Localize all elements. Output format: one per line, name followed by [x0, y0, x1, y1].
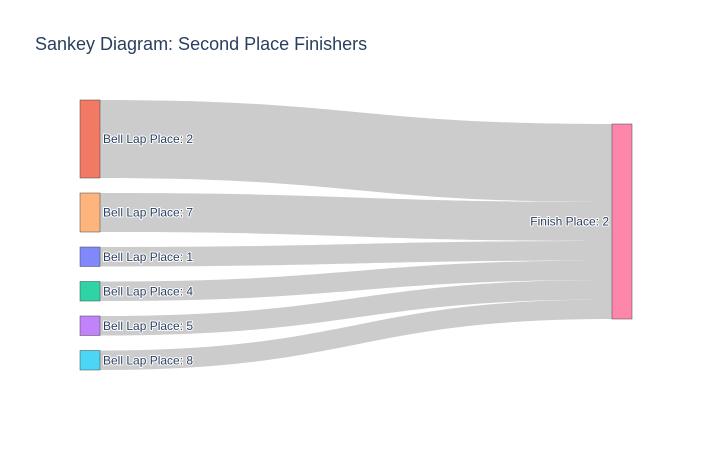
- node-bl2[interactable]: [79, 99, 101, 179]
- node-bl1[interactable]: [79, 246, 101, 267]
- node-label-bl7: Bell Lap Place: 7: [103, 206, 193, 220]
- node-label-bl5: Bell Lap Place: 5: [103, 319, 193, 333]
- chart-title: Sankey Diagram: Second Place Finishers: [35, 34, 367, 54]
- node-fp2[interactable]: [611, 123, 633, 320]
- node-label-fp2: Finish Place: 2: [530, 215, 609, 229]
- node-bl5[interactable]: [79, 315, 101, 336]
- sankey-figure: Sankey Diagram: Second Place Finishers B…: [0, 0, 712, 450]
- node-label-bl8: Bell Lap Place: 8: [103, 353, 193, 367]
- node-label-bl4: Bell Lap Place: 4: [103, 284, 193, 298]
- node-bl8[interactable]: [79, 350, 101, 371]
- node-bl4[interactable]: [79, 281, 101, 302]
- node-bl7[interactable]: [79, 192, 101, 233]
- node-label-bl2: Bell Lap Place: 2: [103, 132, 193, 146]
- node-label-bl1: Bell Lap Place: 1: [103, 250, 193, 264]
